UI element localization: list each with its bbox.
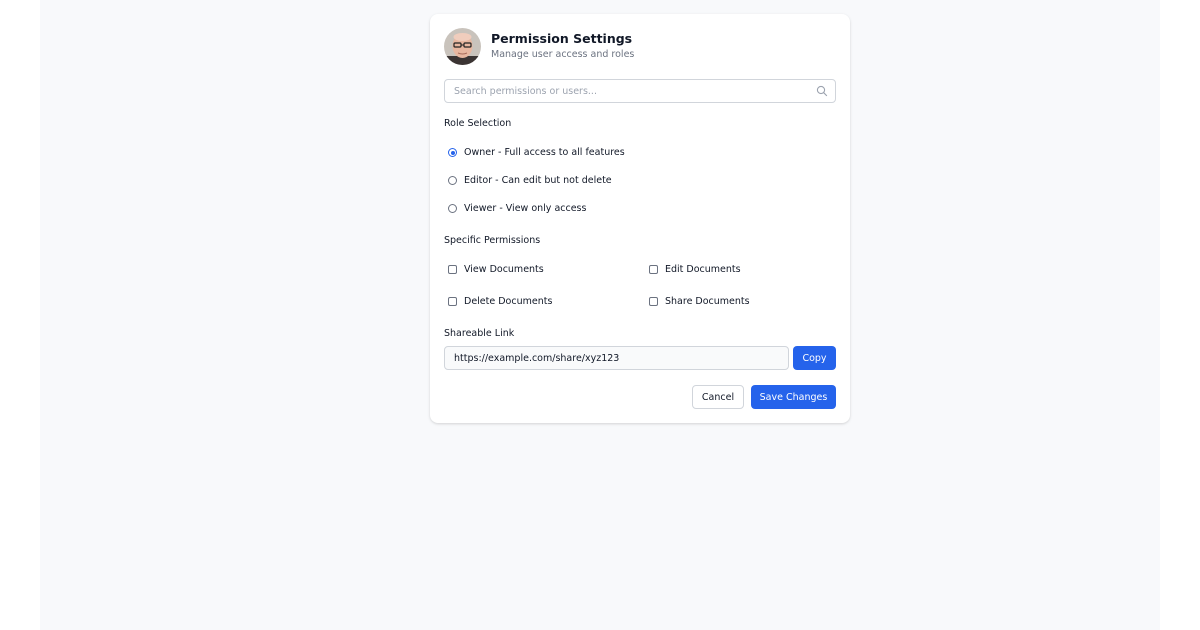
save-changes-button[interactable]: Save Changes (751, 385, 836, 409)
radio-editor[interactable] (448, 176, 457, 185)
permission-label: Delete Documents (464, 296, 553, 307)
role-option-owner[interactable]: Owner - Full access to all features (448, 147, 625, 158)
role-option-editor[interactable]: Editor - Can edit but not delete (448, 175, 612, 186)
card-header: Permission Settings Manage user access a… (444, 28, 634, 65)
checkbox-edit-documents[interactable] (649, 265, 658, 274)
role-option-label: Editor - Can edit but not delete (464, 175, 612, 186)
page-background: Permission Settings Manage user access a… (40, 0, 1160, 630)
page-subtitle: Manage user access and roles (491, 49, 635, 60)
permission-label: View Documents (464, 264, 544, 275)
copy-button[interactable]: Copy (793, 346, 836, 370)
cancel-button[interactable]: Cancel (692, 385, 744, 409)
permission-delete-documents[interactable]: Delete Documents (448, 296, 552, 307)
permission-label: Edit Documents (665, 264, 741, 275)
permission-view-documents[interactable]: View Documents (448, 264, 544, 275)
role-option-viewer[interactable]: Viewer - View only access (448, 203, 586, 214)
avatar-icon (444, 28, 481, 65)
role-selection-label: Role Selection (444, 118, 512, 129)
checkbox-view-documents[interactable] (448, 265, 457, 274)
permission-label: Share Documents (665, 296, 750, 307)
user-avatar (444, 28, 481, 65)
permission-share-documents[interactable]: Share Documents (649, 296, 750, 307)
search-input[interactable] (445, 81, 804, 101)
search-icon[interactable] (816, 85, 828, 97)
checkbox-share-documents[interactable] (649, 297, 658, 306)
checkbox-delete-documents[interactable] (448, 297, 457, 306)
shareable-link-field[interactable] (444, 346, 789, 370)
radio-viewer[interactable] (448, 204, 457, 213)
shareable-link-label: Shareable Link (444, 328, 515, 339)
permission-edit-documents[interactable]: Edit Documents (649, 264, 741, 275)
page-title: Permission Settings (491, 31, 633, 46)
radio-owner[interactable] (448, 148, 457, 157)
header-text: Permission Settings Manage user access a… (491, 31, 634, 62)
search-box (444, 79, 836, 103)
specific-permissions-label: Specific Permissions (444, 235, 541, 246)
role-option-label: Owner - Full access to all features (464, 147, 625, 158)
role-option-label: Viewer - View only access (464, 203, 587, 214)
permission-settings-card: Permission Settings Manage user access a… (430, 14, 850, 423)
